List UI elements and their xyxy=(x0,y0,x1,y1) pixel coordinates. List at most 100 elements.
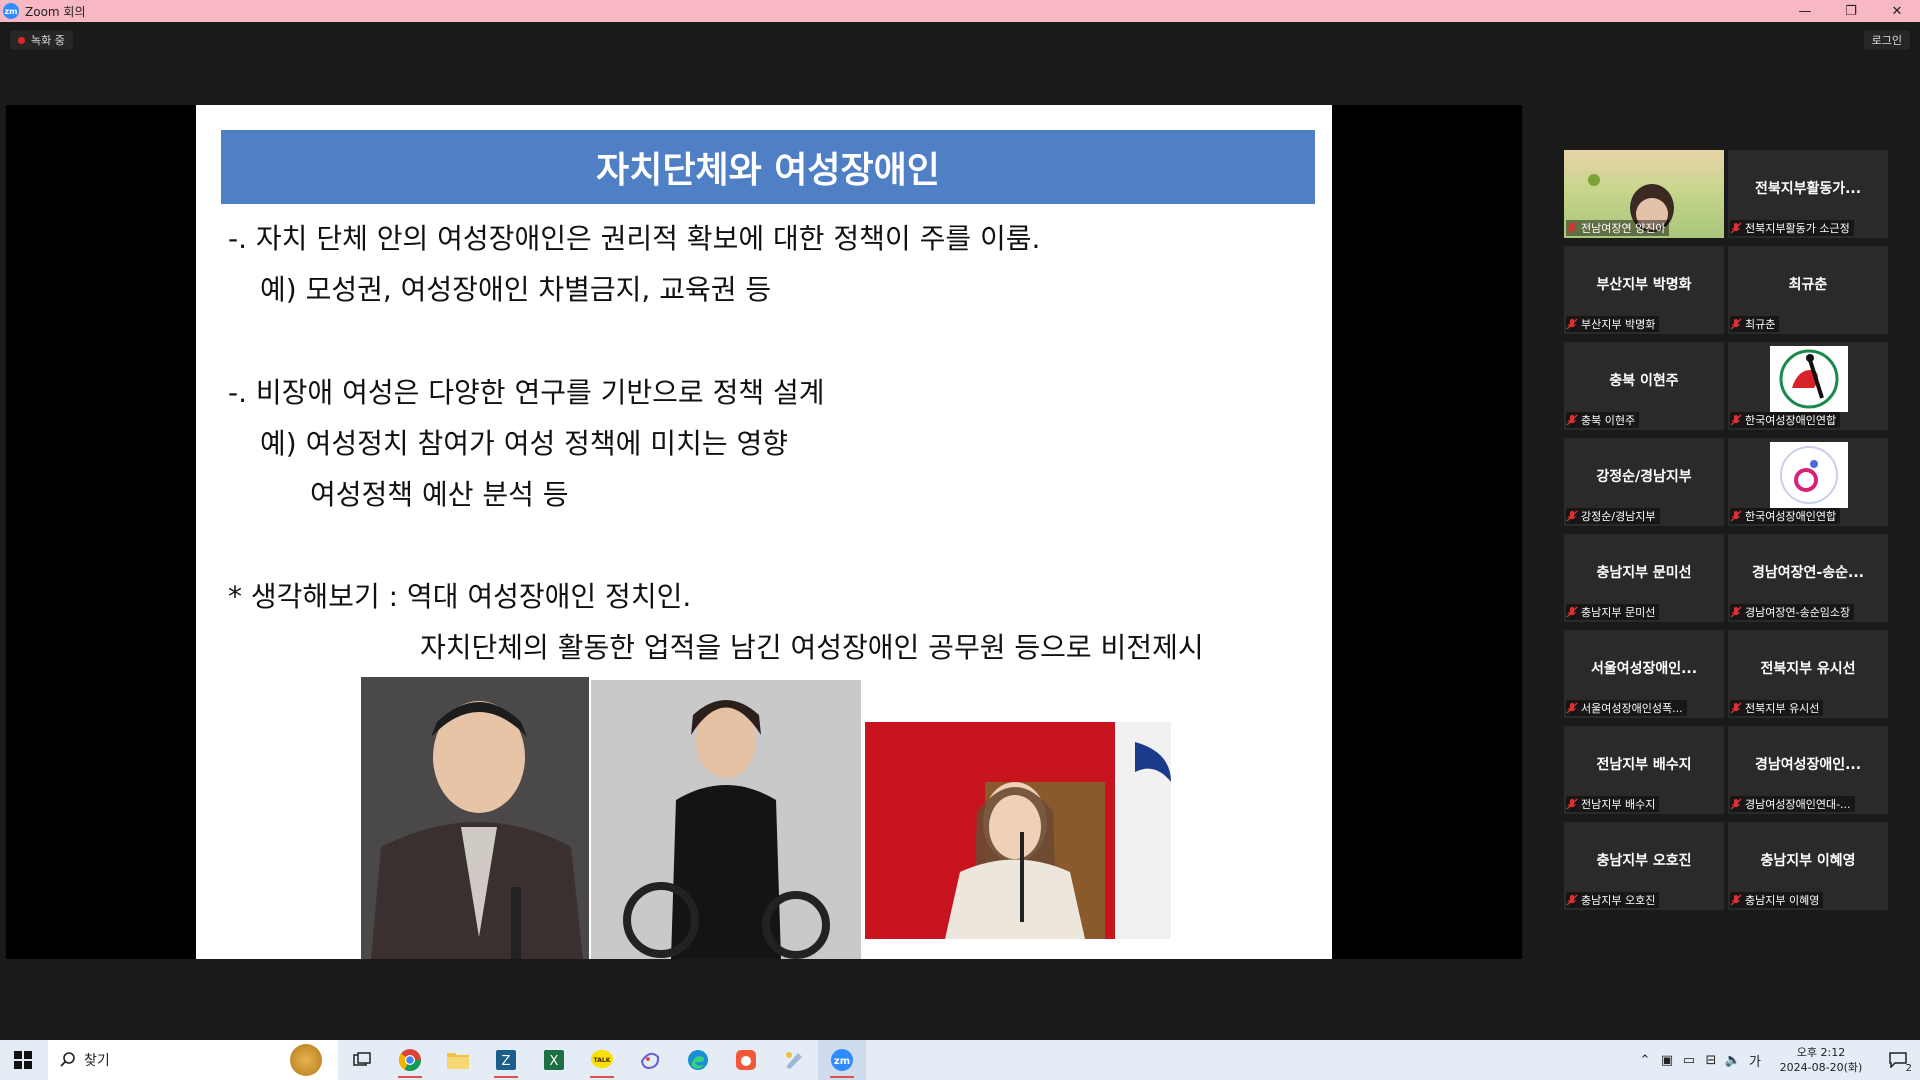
clock-time: 오후 2:12 xyxy=(1796,1046,1846,1059)
person-photo-icon xyxy=(361,677,589,959)
taskbar-search[interactable]: 찾기 xyxy=(48,1040,338,1080)
participant-tile[interactable]: 전북지부 유시선 전북지부 유시선 xyxy=(1728,630,1888,718)
record-dot-icon xyxy=(18,36,25,44)
participant-tile[interactable]: 충남지부 이혜영 충남지부 이혜영 xyxy=(1728,822,1888,910)
participant-tile[interactable]: 충남지부 문미선 충남지부 문미선 xyxy=(1564,534,1724,622)
participant-label-text: 전남지부 배수지 xyxy=(1581,798,1656,811)
participant-name: 충남지부 오호진 xyxy=(1596,853,1692,869)
windows-logo-icon xyxy=(14,1051,32,1069)
muted-mic-icon xyxy=(1566,414,1578,426)
participant-tile[interactable]: 전남지부 배수지 전남지부 배수지 xyxy=(1564,726,1724,814)
slide-line: 예) 여성정치 참여가 여성 정책에 미치는 영향 xyxy=(260,427,789,460)
participant-tile[interactable]: 경남여장연-송순... 경남여장연-송순임소장 xyxy=(1728,534,1888,622)
recording-label: 녹화 중 xyxy=(31,34,65,47)
participant-tile[interactable]: 부산지부 박명화 부산지부 박명화 xyxy=(1564,246,1724,334)
red-app-icon[interactable] xyxy=(722,1040,770,1080)
clock[interactable]: 오후 2:12 2024-08-20(화) xyxy=(1766,1045,1876,1075)
recording-indicator[interactable]: 녹화 중 xyxy=(10,30,73,50)
participant-label-text: 전북지부 유시선 xyxy=(1745,702,1820,715)
participant-label-text: 충남지부 문미선 xyxy=(1581,606,1656,619)
participant-label: 한국여성장애인연합 xyxy=(1730,412,1841,428)
ime-indicator[interactable]: 가 xyxy=(1744,1040,1766,1080)
photo-politician-3 xyxy=(865,722,1171,939)
muted-mic-icon xyxy=(1566,894,1578,906)
participant-label: 경남여장연-송순임소장 xyxy=(1730,604,1855,620)
zoom-icon[interactable]: zm xyxy=(818,1040,866,1080)
meeting-topbar: 녹화 중 로그인 xyxy=(0,22,1920,52)
z-app-icon[interactable]: Z xyxy=(482,1040,530,1080)
muted-mic-icon xyxy=(1566,798,1578,810)
paint-3d-icon[interactable] xyxy=(626,1040,674,1080)
presentation-slide: 자치단체와 여성장애인 -. 자치 단체 안의 여성장애인은 권리적 확보에 대… xyxy=(196,105,1332,959)
person-photo-icon xyxy=(865,722,1171,939)
participant-label: 최규춘 xyxy=(1730,316,1780,332)
task-view-icon[interactable] xyxy=(338,1040,386,1080)
chrome-icon[interactable] xyxy=(386,1040,434,1080)
system-tray: ⌃ ▣ ▭ ⊟ 🔈 가 오후 2:12 2024-08-20(화) 2 xyxy=(1634,1040,1920,1080)
participant-name: 충남지부 이혜영 xyxy=(1760,853,1856,869)
photo-politician-2 xyxy=(591,680,861,959)
search-icon xyxy=(60,1052,75,1067)
participant-tile[interactable]: 전남여장연 양진아 xyxy=(1564,150,1724,238)
muted-mic-icon xyxy=(1566,222,1578,234)
participant-label-text: 전남여장연 양진아 xyxy=(1581,222,1666,235)
muted-mic-icon xyxy=(1730,510,1742,522)
participant-tile[interactable]: 충남지부 오호진 충남지부 오호진 xyxy=(1564,822,1724,910)
participant-label: 충북 이현주 xyxy=(1566,412,1640,428)
participant-tile[interactable]: 한국여성장애인연합 xyxy=(1728,438,1888,526)
participant-label: 충남지부 문미선 xyxy=(1566,604,1660,620)
participant-label-text: 부산지부 박명화 xyxy=(1581,318,1656,331)
participant-name: 강정순/경남지부 xyxy=(1596,469,1692,485)
participant-tile[interactable]: 한국여성장애인연합 xyxy=(1728,342,1888,430)
participant-tile[interactable]: 전북지부활동가... 전북지부활동가 소근정 xyxy=(1728,150,1888,238)
minimize-button[interactable]: — xyxy=(1782,0,1828,22)
login-button[interactable]: 로그인 xyxy=(1863,30,1910,50)
file-explorer-icon[interactable] xyxy=(434,1040,482,1080)
organization-logo-icon xyxy=(1770,442,1848,508)
muted-mic-icon xyxy=(1566,510,1578,522)
organization-logo-icon xyxy=(1770,346,1848,412)
slide-line: * 생각해보기 : 역대 여성장애인 정치인. xyxy=(228,580,692,613)
slide-line: -. 비장애 여성은 다양한 연구를 기반으로 정책 설계 xyxy=(228,376,825,409)
participant-tile[interactable]: 최규춘 최규춘 xyxy=(1728,246,1888,334)
device-icon[interactable]: ▣ xyxy=(1656,1040,1678,1080)
participant-label-text: 한국여성장애인연합 xyxy=(1745,510,1837,523)
participant-tile[interactable]: 충북 이현주 충북 이현주 xyxy=(1564,342,1724,430)
participant-tile[interactable]: 서울여성장애인... 서울여성장애인성폭... xyxy=(1564,630,1724,718)
kakaotalk-icon[interactable]: TALK xyxy=(578,1040,626,1080)
participant-name: 최규춘 xyxy=(1788,277,1828,293)
participant-label: 전남여장연 양진아 xyxy=(1566,220,1670,236)
close-button[interactable]: ✕ xyxy=(1874,0,1920,22)
slide-line: 예) 모성권, 여성장애인 차별금지, 교육권 등 xyxy=(260,273,772,306)
slide-line: -. 자치 단체 안의 여성장애인은 권리적 확보에 대한 정책이 주를 이룸. xyxy=(228,222,1041,255)
notification-icon xyxy=(1889,1052,1907,1068)
display-icon[interactable]: ▭ xyxy=(1678,1040,1700,1080)
participant-tile[interactable]: 강정순/경남지부 강정순/경남지부 xyxy=(1564,438,1724,526)
participant-name: 전북지부활동가... xyxy=(1754,181,1862,197)
zoom-logo-icon: zm xyxy=(3,3,19,19)
participant-label-text: 경남여장연-송순임소장 xyxy=(1745,606,1851,619)
muted-mic-icon xyxy=(1730,222,1742,234)
svg-text:Z: Z xyxy=(502,1054,511,1069)
paint-icon[interactable] xyxy=(770,1040,818,1080)
photo-politician-1 xyxy=(361,677,589,959)
participant-label-text: 충북 이현주 xyxy=(1581,414,1636,427)
restore-button[interactable]: ❐ xyxy=(1828,0,1874,22)
participant-name: 부산지부 박명화 xyxy=(1596,277,1692,293)
participant-label-text: 충남지부 오호진 xyxy=(1581,894,1656,907)
muted-mic-icon xyxy=(1730,894,1742,906)
svg-text:TALK: TALK xyxy=(594,1057,611,1064)
slide-line: 여성정책 예산 분석 등 xyxy=(310,478,569,511)
chevron-up-icon[interactable]: ⌃ xyxy=(1634,1040,1656,1080)
start-button[interactable] xyxy=(0,1040,46,1080)
muted-mic-icon xyxy=(1566,318,1578,330)
volume-icon[interactable]: 🔈 xyxy=(1722,1040,1744,1080)
notification-button[interactable]: 2 xyxy=(1876,1040,1920,1080)
participant-tile[interactable]: 경남여성장애인... 경남여성장애인연대-... xyxy=(1728,726,1888,814)
participant-name: 전북지부 유시선 xyxy=(1760,661,1856,677)
participant-label-text: 충남지부 이혜영 xyxy=(1745,894,1820,907)
excel-icon[interactable]: X xyxy=(530,1040,578,1080)
participant-label-text: 서울여성장애인성폭... xyxy=(1581,702,1683,715)
edge-icon[interactable] xyxy=(674,1040,722,1080)
network-icon[interactable]: ⊟ xyxy=(1700,1040,1722,1080)
